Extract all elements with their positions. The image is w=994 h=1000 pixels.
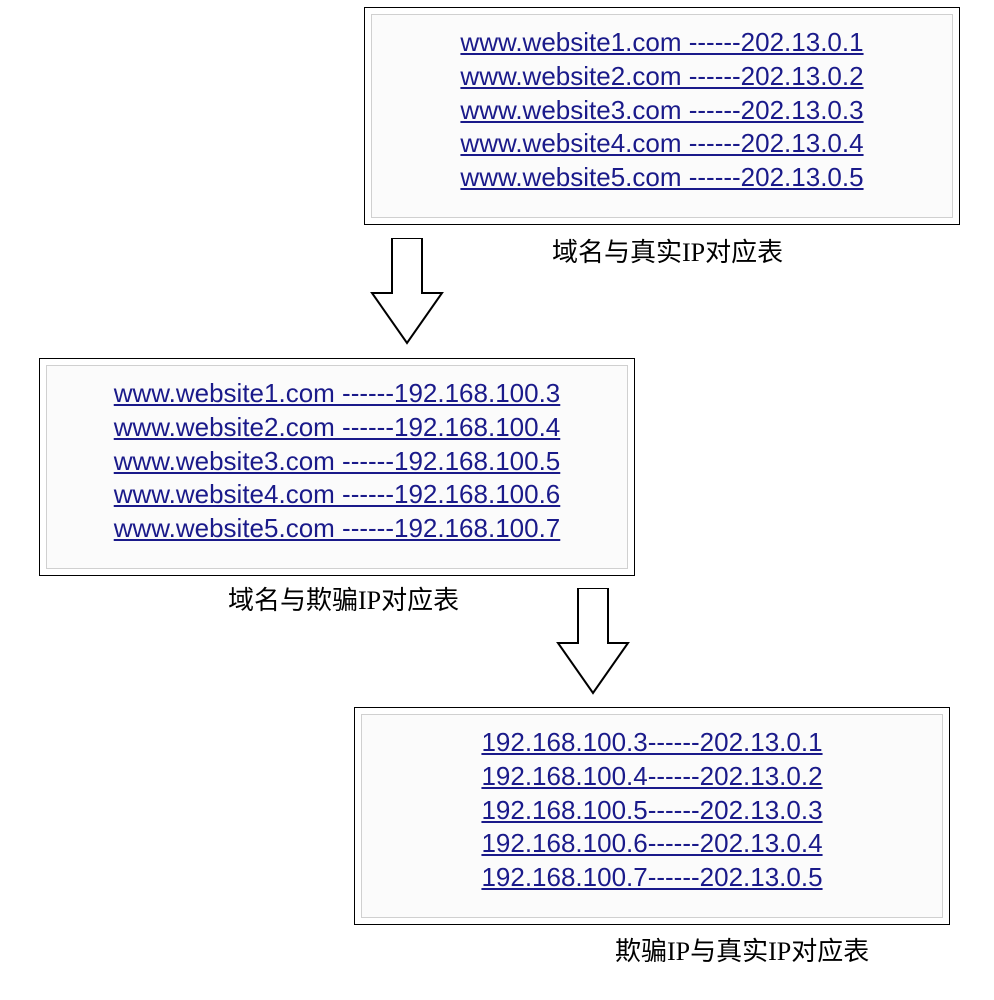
domain-spoof-ip-row: www.website3.com ------192.168.100.5 — [114, 445, 561, 479]
domain-spoof-ip-table: www.website1.com ------192.168.100.3www.… — [39, 358, 635, 576]
domain-spoof-ip-row: www.website2.com ------192.168.100.4 — [114, 411, 561, 445]
caption-domain-spoof-ip: 域名与欺骗IP对应表 — [228, 580, 459, 617]
domain-real-ip-row: www.website5.com ------202.13.0.5 — [460, 161, 863, 195]
domain-spoof-ip-row: www.website4.com ------192.168.100.6 — [114, 478, 561, 512]
arrow-down-1 — [367, 238, 447, 348]
caption-spoof-ip-real-ip: 欺骗IP与真实IP对应表 — [615, 931, 869, 968]
domain-real-ip-row: www.website1.com ------202.13.0.1 — [460, 26, 863, 60]
spoof-ip-real-ip-row: 192.168.100.6------202.13.0.4 — [481, 827, 822, 861]
domain-real-ip-row: www.website2.com ------202.13.0.2 — [460, 60, 863, 94]
arrow-down-2 — [553, 588, 633, 698]
spoof-ip-real-ip-row: 192.168.100.7------202.13.0.5 — [481, 861, 822, 895]
spoof-ip-real-ip-row: 192.168.100.3------202.13.0.1 — [481, 726, 822, 760]
domain-real-ip-row: www.website4.com ------202.13.0.4 — [460, 127, 863, 161]
spoof-ip-real-ip-table: 192.168.100.3------202.13.0.1192.168.100… — [354, 707, 950, 925]
spoof-ip-real-ip-row: 192.168.100.5------202.13.0.3 — [481, 794, 822, 828]
domain-spoof-ip-row: www.website1.com ------192.168.100.3 — [114, 377, 561, 411]
domain-real-ip-table: www.website1.com ------202.13.0.1www.web… — [364, 7, 960, 225]
domain-spoof-ip-row: www.website5.com ------192.168.100.7 — [114, 512, 561, 546]
caption-domain-real-ip: 域名与真实IP对应表 — [552, 232, 783, 269]
spoof-ip-real-ip-row: 192.168.100.4------202.13.0.2 — [481, 760, 822, 794]
domain-real-ip-row: www.website3.com ------202.13.0.3 — [460, 94, 863, 128]
